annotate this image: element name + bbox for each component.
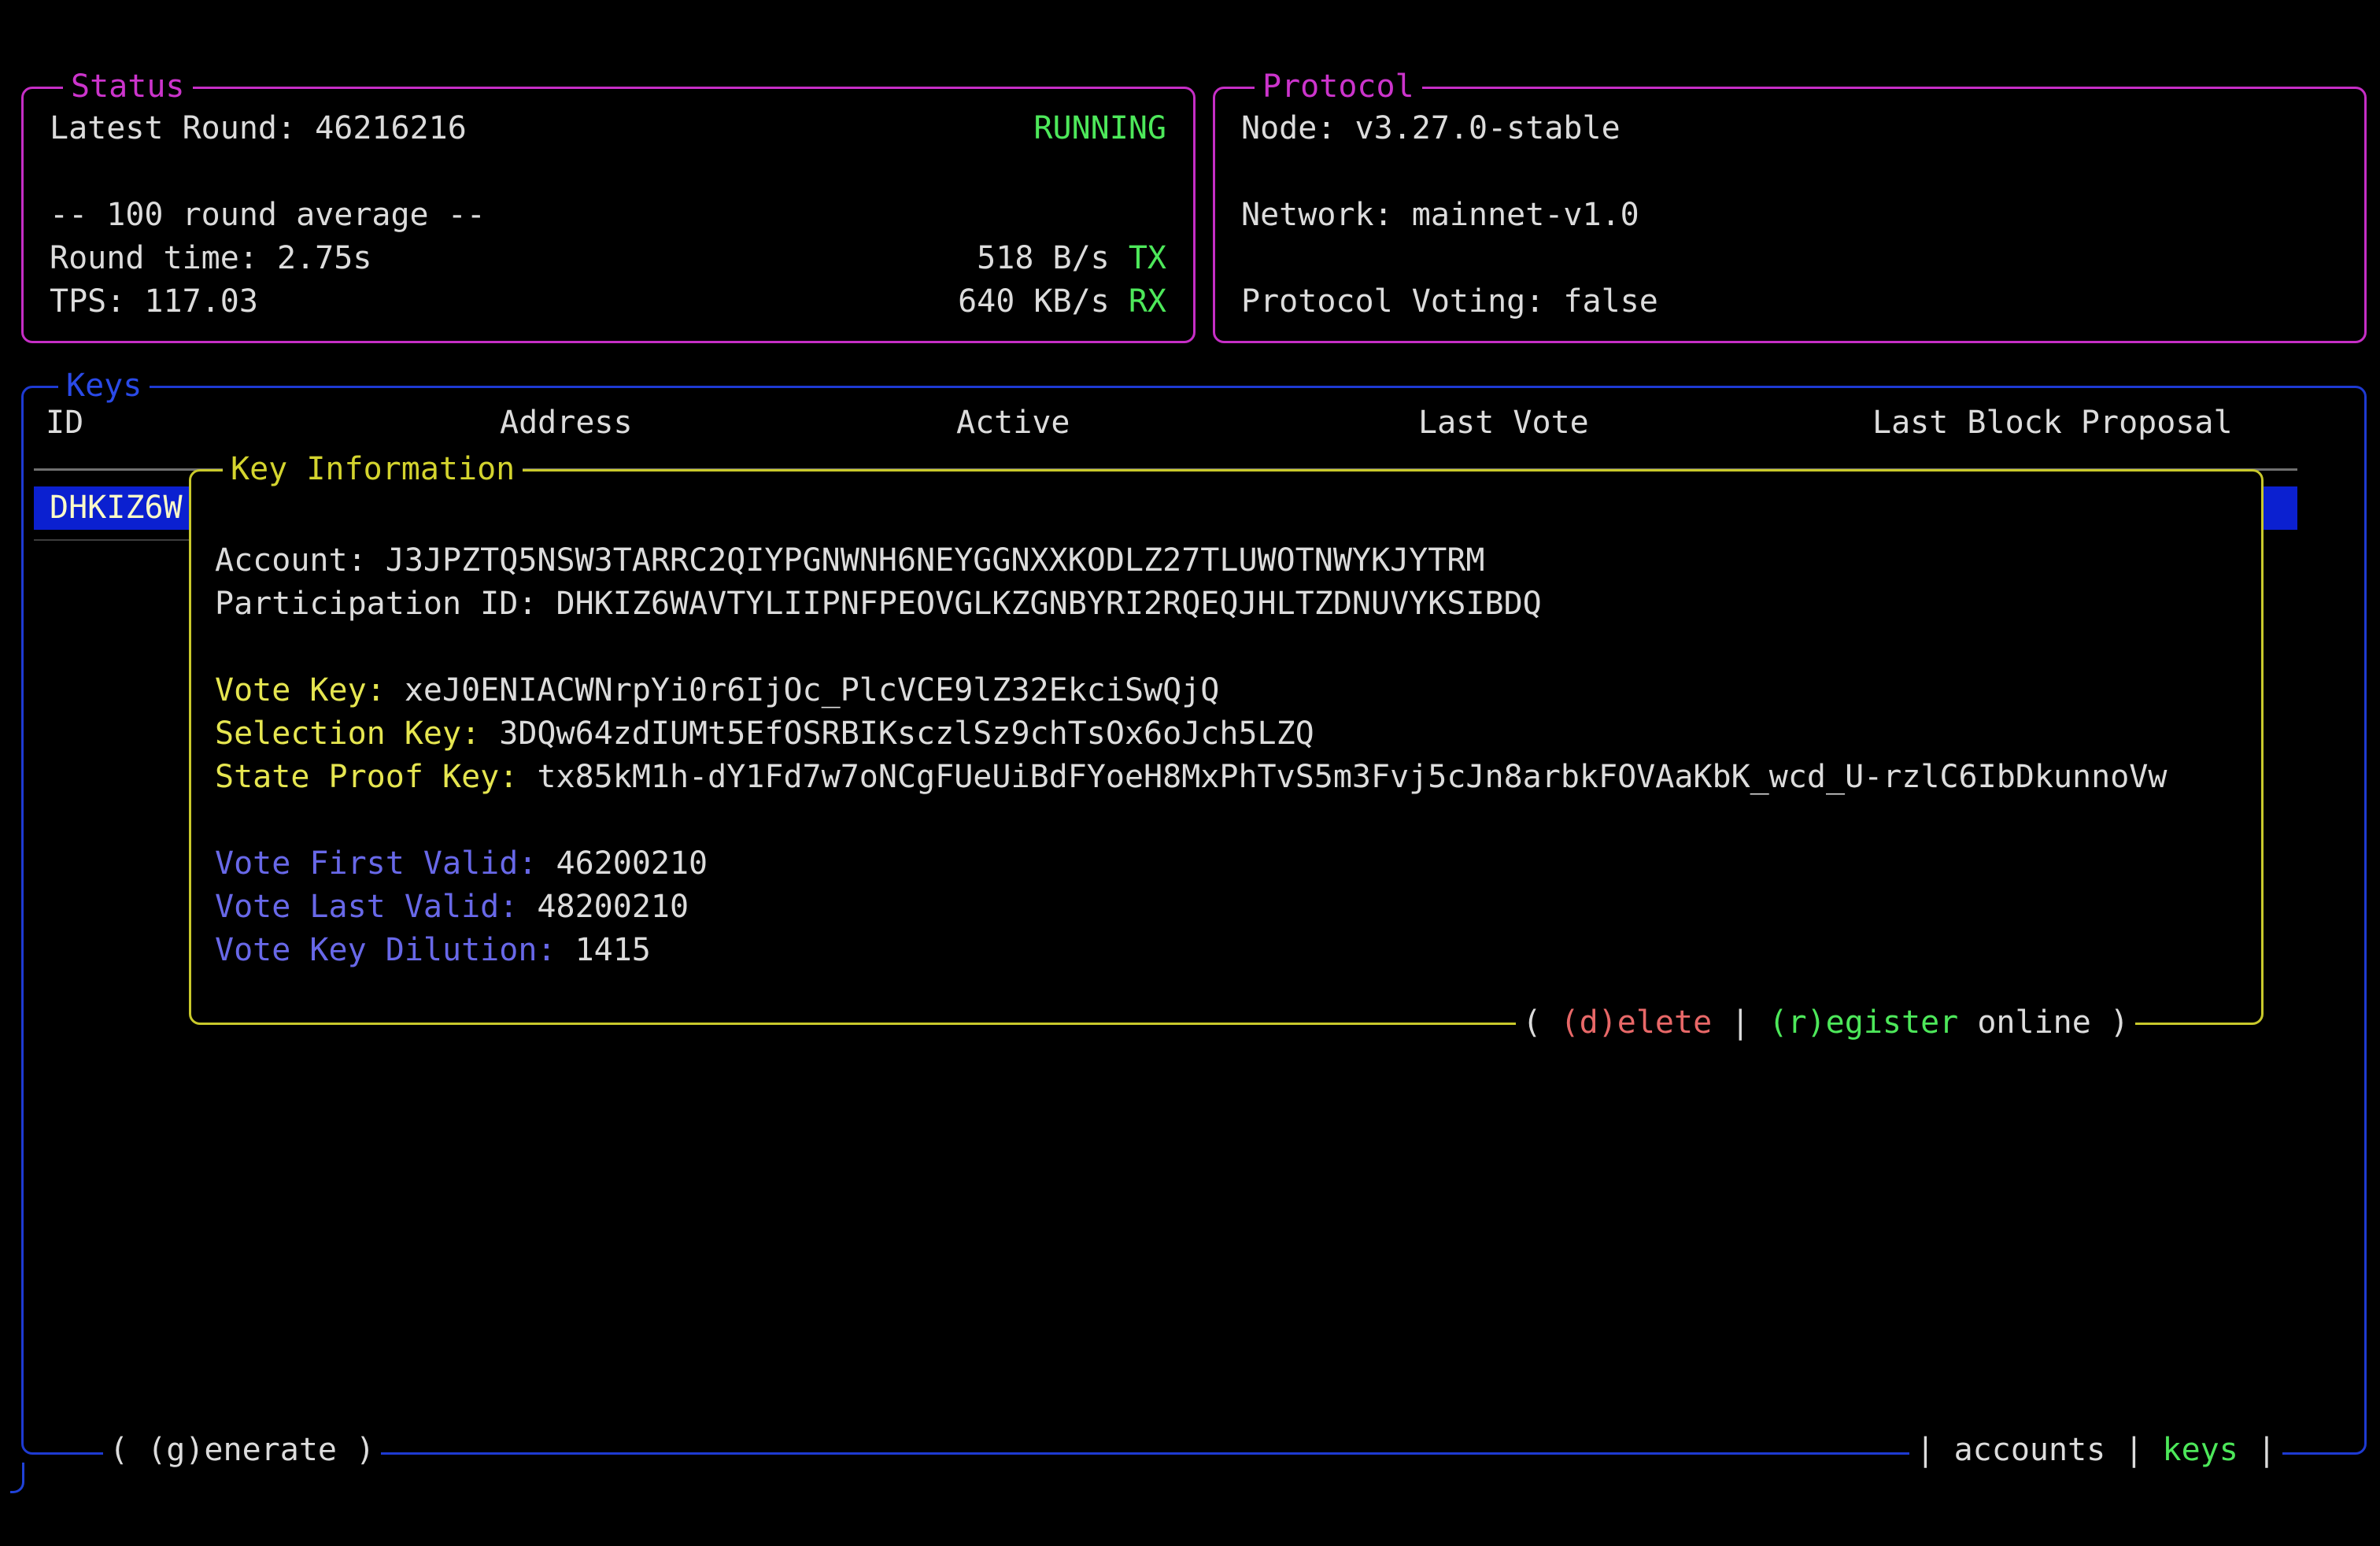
tabs-separator: |: [2105, 1432, 2162, 1468]
state-proof-key-label: State Proof Key:: [215, 759, 537, 795]
latest-round: Latest Round: 46216216: [50, 107, 467, 150]
network: Network: mainnet-v1.0: [1241, 194, 1639, 237]
actions-separator: |: [1712, 1004, 1768, 1041]
protocol-panel: Protocol Node: v3.27.0-stable Network: m…: [1213, 87, 2367, 343]
state-proof-key-value: tx85kM1h-dY1Fd7w7oNCgFUeUiBdFYoeH8MxPhTv…: [537, 759, 2167, 795]
protocol-voting: Protocol Voting: false: [1241, 280, 1658, 324]
vote-key-dilution-line: Vote Key Dilution: 1415: [215, 929, 651, 972]
register-online-suffix: online: [1958, 1004, 2091, 1041]
column-header-last-block-proposal: Last Block Proposal: [1872, 401, 2233, 445]
status-running-badge: RUNNING: [1033, 107, 1166, 150]
node-value: v3.27.0-stable: [1355, 110, 1621, 146]
tps-label: TPS:: [50, 283, 144, 320]
protocol-voting-label: Protocol Voting:: [1241, 283, 1563, 320]
key-info-title: Key Information: [223, 448, 523, 491]
participation-id-line: Participation ID: DHKIZ6WAVTYLIIPNFPEOVG…: [215, 583, 1542, 626]
vote-first-valid-value: 46200210: [556, 845, 708, 882]
register-action[interactable]: (r)egister: [1768, 1004, 1958, 1041]
tps: TPS: 117.03: [50, 280, 258, 324]
latest-round-label: Latest Round:: [50, 110, 315, 146]
column-header-last-vote: Last Vote: [1418, 401, 1589, 445]
view-tabs: | accounts | keys |: [1909, 1429, 2282, 1472]
tab-accounts[interactable]: accounts: [1954, 1432, 2106, 1468]
rx-unit: RX: [1129, 283, 1166, 320]
border-corner-glyph: [10, 1463, 24, 1493]
vote-key-label: Vote Key:: [215, 672, 405, 708]
network-label: Network:: [1241, 197, 1412, 233]
tx-rate: 518 B/s TX: [977, 237, 1166, 280]
rx-rate-value: 640 KB/s: [958, 283, 1129, 320]
status-panel: Status Latest Round: 46216216 RUNNING --…: [21, 87, 1196, 343]
tabs-open-pipe: |: [1916, 1432, 1953, 1468]
participation-id-label: Participation ID:: [215, 586, 556, 622]
vote-key-line: Vote Key: xeJ0ENIACWNrpYi0r6IjOc_PlcVCE9…: [215, 669, 1219, 712]
key-row-id: DHKIZ6W: [50, 486, 183, 530]
state-proof-key-line: State Proof Key: tx85kM1h-dY1Fd7w7oNCgFU…: [215, 756, 2167, 799]
node-label: Node:: [1241, 110, 1355, 146]
account-label: Account:: [215, 542, 386, 579]
key-actions: ( (d)elete | (r)egister online ): [1516, 1001, 2135, 1045]
tx-rate-value: 518 B/s: [977, 240, 1129, 276]
row-separator: [34, 539, 189, 541]
node-version: Node: v3.27.0-stable: [1241, 107, 1621, 150]
key-info-dialog: Key Information Account: J3JPZTQ5NSW3TAR…: [189, 469, 2264, 1025]
column-header-active: Active: [956, 401, 1070, 445]
actions-close-paren: ): [2091, 1004, 2129, 1041]
round-average-header: -- 100 round average --: [50, 194, 486, 237]
vote-key-value: xeJ0ENIACWNrpYi0r6IjOc_PlcVCE9lZ32EkciSw…: [405, 672, 1220, 708]
tx-unit: TX: [1129, 240, 1166, 276]
selection-key-value: 3DQw64zdIUMt5EfOSRBIKsczlSz9chTsOx6oJch5…: [499, 716, 1314, 752]
round-time-label: Round time:: [50, 240, 277, 276]
column-header-address: Address: [500, 401, 633, 445]
account-value: J3JPZTQ5NSW3TARRC2QIYPGNWNH6NEYGGNXXKODL…: [386, 542, 1485, 579]
tps-value: 117.03: [144, 283, 258, 320]
generate-action[interactable]: ( (g)enerate ): [103, 1429, 381, 1472]
actions-open-paren: (: [1522, 1004, 1560, 1041]
vote-last-valid-value: 48200210: [537, 889, 689, 925]
vote-first-valid-label: Vote First Valid:: [215, 845, 556, 882]
round-time: Round time: 2.75s: [50, 237, 371, 280]
selection-key-label: Selection Key:: [215, 716, 499, 752]
rx-rate: 640 KB/s RX: [958, 280, 1166, 324]
tab-keys[interactable]: keys: [2163, 1432, 2238, 1468]
latest-round-value: 46216216: [315, 110, 467, 146]
account-line: Account: J3JPZTQ5NSW3TARRC2QIYPGNWNH6NEY…: [215, 539, 1485, 583]
vote-last-valid-line: Vote Last Valid: 48200210: [215, 886, 689, 929]
vote-last-valid-label: Vote Last Valid:: [215, 889, 537, 925]
selection-key-line: Selection Key: 3DQw64zdIUMt5EfOSRBIKsczl…: [215, 712, 1314, 756]
vote-key-dilution-value: 1415: [575, 932, 651, 968]
vote-key-dilution-label: Vote Key Dilution:: [215, 932, 575, 968]
tabs-close-pipe: |: [2238, 1432, 2276, 1468]
vote-first-valid-line: Vote First Valid: 46200210: [215, 842, 708, 886]
column-header-id: ID: [46, 401, 83, 445]
protocol-panel-title: Protocol: [1255, 65, 1422, 109]
network-value: mainnet-v1.0: [1412, 197, 1639, 233]
delete-action[interactable]: (d)elete: [1561, 1004, 1713, 1041]
round-time-value: 2.75s: [277, 240, 371, 276]
protocol-voting-value: false: [1563, 283, 1658, 320]
status-panel-title: Status: [63, 65, 193, 109]
terminal-screen: Status Latest Round: 46216216 RUNNING --…: [0, 0, 2380, 1546]
participation-id-value: DHKIZ6WAVTYLIIPNFPEOVGLKZGNBYRI2RQEQJHLT…: [556, 586, 1541, 622]
